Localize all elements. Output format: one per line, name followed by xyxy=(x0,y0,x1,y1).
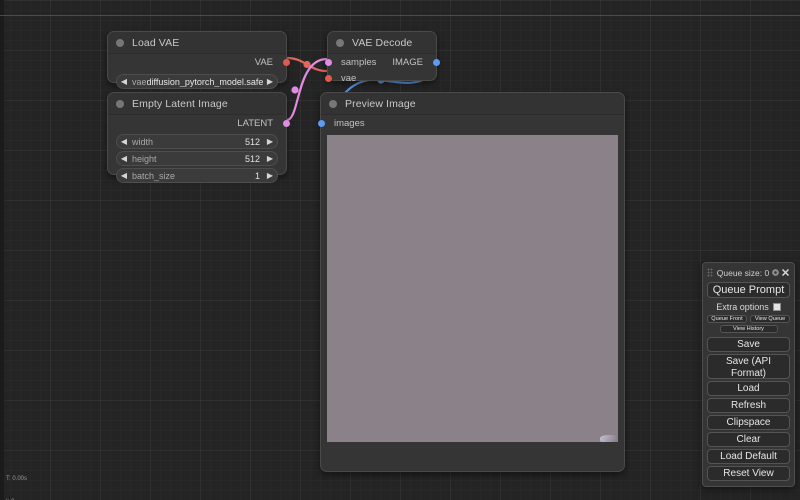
chevron-right-icon[interactable]: ▶ xyxy=(263,137,277,146)
close-icon[interactable] xyxy=(781,268,790,277)
view-queue-button[interactable]: View Queue xyxy=(750,315,790,323)
collapse-dot-icon[interactable] xyxy=(329,99,337,108)
image-highlight xyxy=(600,435,616,442)
extra-options-row[interactable]: Extra options xyxy=(707,300,790,313)
output-slot-label: LATENT xyxy=(237,117,273,129)
node-title-bar[interactable]: VAE Decode xyxy=(328,32,436,54)
menu-header[interactable]: Queue size: 0 xyxy=(707,266,790,279)
refresh-button[interactable]: Refresh xyxy=(707,398,790,413)
collapse-dot-icon[interactable] xyxy=(116,38,124,47)
node-preview-image[interactable]: Preview Image images xyxy=(317,92,625,472)
menu-header-icons[interactable] xyxy=(771,268,790,277)
widget-height[interactable]: ◀ height 512 ▶ xyxy=(116,151,278,166)
save-button[interactable]: Save xyxy=(707,337,790,352)
output-slot-label: VAE xyxy=(254,56,273,68)
widget-label: height xyxy=(132,153,157,164)
widget-value: 1 xyxy=(254,170,260,181)
widget-vae-combo[interactable]: ◀ vae diffusion_pytorch_model.safetensor… xyxy=(116,74,278,89)
node-title-label: Empty Latent Image xyxy=(132,97,228,110)
input-port-vae-icon[interactable] xyxy=(324,74,332,82)
chevron-left-icon[interactable]: ◀ xyxy=(117,77,131,86)
output-slot-label: IMAGE xyxy=(392,56,423,68)
widget-label: vae xyxy=(132,76,147,87)
preview-image-canvas[interactable] xyxy=(327,135,618,442)
chevron-left-icon[interactable]: ◀ xyxy=(117,137,131,146)
widget-batch-size[interactable]: ◀ batch_size 1 ▶ xyxy=(116,168,278,183)
input-slot-samples[interactable]: samples IMAGE xyxy=(324,54,440,70)
canvas-stats-overlay: T: 0.00s I: 0 N: 4 [4] V: 8 FPS:59.88 xyxy=(6,461,34,500)
node-empty-latent-image[interactable]: Empty Latent Image LATENT ◀ width 512 ▶ … xyxy=(107,92,290,183)
output-slot-vae[interactable]: VAE xyxy=(108,54,290,70)
input-slot-label: samples xyxy=(341,56,377,68)
node-body: samples IMAGE vae xyxy=(324,54,440,86)
collapse-dot-icon[interactable] xyxy=(336,38,344,47)
chevron-right-icon[interactable]: ▶ xyxy=(263,154,277,163)
node-body: images xyxy=(317,115,624,442)
comfy-menu-panel[interactable]: Queue size: 0 Queue Prompt Extra options… xyxy=(702,262,795,487)
comfyui-canvas[interactable]: Load VAE VAE ◀ vae diffusion_pytorch_mod… xyxy=(0,0,800,500)
save-api-format-button[interactable]: Save (API Format) xyxy=(707,354,790,379)
queue-size-label: Queue size: 0 xyxy=(716,267,770,278)
gear-icon[interactable] xyxy=(771,268,780,277)
load-button[interactable]: Load xyxy=(707,381,790,396)
output-port-vae-icon[interactable] xyxy=(282,58,290,66)
canvas-left-gutter xyxy=(0,0,4,500)
chevron-left-icon[interactable]: ◀ xyxy=(117,171,131,180)
widget-label: width xyxy=(132,136,154,147)
node-vae-decode[interactable]: VAE Decode samples IMAGE vae xyxy=(324,31,440,84)
queue-view-row: Queue Front View Queue xyxy=(707,315,790,323)
node-title-bar[interactable]: Preview Image xyxy=(321,93,624,115)
view-history-button[interactable]: View History xyxy=(719,325,778,333)
node-load-vae[interactable]: Load VAE VAE ◀ vae diffusion_pytorch_mod… xyxy=(107,31,290,89)
stat-time: T: 0.00s xyxy=(6,476,28,483)
input-slot-label: images xyxy=(334,117,365,129)
widget-value: 512 xyxy=(244,153,260,164)
queue-prompt-button[interactable]: Queue Prompt xyxy=(707,282,790,298)
input-slot-label: vae xyxy=(341,72,357,84)
node-body: VAE ◀ vae diffusion_pytorch_model.safete… xyxy=(108,54,290,89)
node-title-label: Preview Image xyxy=(345,97,416,110)
output-port-latent-icon[interactable] xyxy=(282,119,290,127)
node-title-bar[interactable]: Load VAE xyxy=(108,32,286,54)
node-title-bar[interactable]: Empty Latent Image xyxy=(108,93,286,115)
widget-label: batch_size xyxy=(132,170,176,181)
input-port-images-icon[interactable] xyxy=(317,119,325,127)
input-slot-vae[interactable]: vae xyxy=(324,70,436,86)
extra-options-checkbox[interactable] xyxy=(772,302,781,311)
canvas-guide-line xyxy=(0,15,800,16)
output-port-image-icon[interactable] xyxy=(432,58,440,66)
load-default-button[interactable]: Load Default xyxy=(707,449,790,464)
widget-width[interactable]: ◀ width 512 ▶ xyxy=(116,134,278,149)
input-slot-images[interactable]: images xyxy=(317,115,624,131)
collapse-dot-icon[interactable] xyxy=(116,99,124,108)
clipspace-button[interactable]: Clipspace xyxy=(707,415,790,430)
node-title-label: VAE Decode xyxy=(352,36,413,49)
widget-value: diffusion_pytorch_model.safetensors xyxy=(146,76,263,87)
chevron-right-icon[interactable]: ▶ xyxy=(263,171,277,180)
drag-handle-icon[interactable] xyxy=(707,268,713,277)
widget-value: 512 xyxy=(244,136,260,147)
node-title-label: Load VAE xyxy=(132,36,180,49)
input-port-samples-icon[interactable] xyxy=(324,58,332,66)
chevron-right-icon[interactable]: ▶ xyxy=(263,77,277,86)
clear-button[interactable]: Clear xyxy=(707,432,790,447)
node-body: LATENT ◀ width 512 ▶ ◀ height 512 ▶ ◀ ba… xyxy=(108,115,290,183)
chevron-left-icon[interactable]: ◀ xyxy=(117,154,131,163)
output-slot-latent[interactable]: LATENT xyxy=(108,115,290,131)
reset-view-button[interactable]: Reset View xyxy=(707,466,790,481)
queue-front-button[interactable]: Queue Front xyxy=(707,315,747,323)
extra-options-label: Extra options xyxy=(716,301,769,312)
